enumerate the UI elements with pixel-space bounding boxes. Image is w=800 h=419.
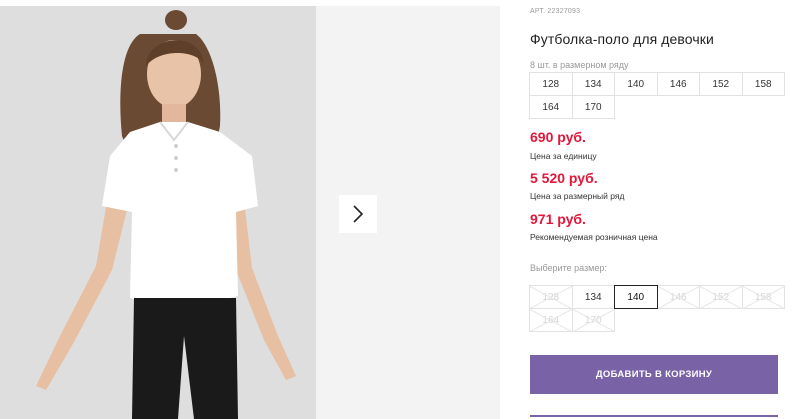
pack-size-cell: 152 <box>699 72 743 96</box>
secondary-button[interactable] <box>530 415 778 419</box>
pack-size-cell: 170 <box>571 95 615 119</box>
unit-price-caption: Цена за единицу <box>530 151 597 161</box>
unit-price: 690 руб. <box>530 129 586 145</box>
size-option-152: 152 <box>699 285 743 309</box>
size-option-134[interactable]: 134 <box>571 285 615 309</box>
pack-size-label: 8 шт. в размерном ряду <box>530 60 629 70</box>
pack-size-cell: 146 <box>656 72 700 96</box>
size-row-price-caption: Цена за размерный ряд <box>530 191 625 201</box>
size-option-170: 170 <box>571 308 615 332</box>
size-option-128: 128 <box>529 285 573 309</box>
size-row-price: 5 520 руб. <box>530 170 598 186</box>
chevron-right-icon[interactable] <box>339 195 377 233</box>
pack-size-cell: 140 <box>614 72 658 96</box>
pack-size-cell: 164 <box>529 95 573 119</box>
size-selector[interactable]: 128 134 140 146 152 158 164 170 <box>529 285 785 332</box>
girl-photo <box>0 6 316 419</box>
add-to-cart-button[interactable]: ДОБАВИТЬ В КОРЗИНУ <box>530 355 778 394</box>
product-image[interactable] <box>0 6 316 419</box>
article-number: АРТ. 22327093 <box>530 8 581 15</box>
pack-size-cell: 158 <box>741 72 785 96</box>
choose-size-label: Выберите размер: <box>530 263 607 273</box>
pack-sizes-grid: 128 134 140 146 152 158 164 170 <box>529 72 785 119</box>
size-option-164: 164 <box>529 308 573 332</box>
retail-price-caption: Рекомендуемая розничная цена <box>530 232 658 242</box>
size-option-140[interactable]: 140 <box>614 285 658 309</box>
pack-size-cell: 128 <box>529 72 573 96</box>
pack-size-cell: 134 <box>571 72 615 96</box>
product-title: Футболка-поло для девочки <box>530 31 714 47</box>
size-option-146: 146 <box>656 285 700 309</box>
retail-price: 971 руб. <box>530 211 586 227</box>
size-option-158: 158 <box>741 285 785 309</box>
